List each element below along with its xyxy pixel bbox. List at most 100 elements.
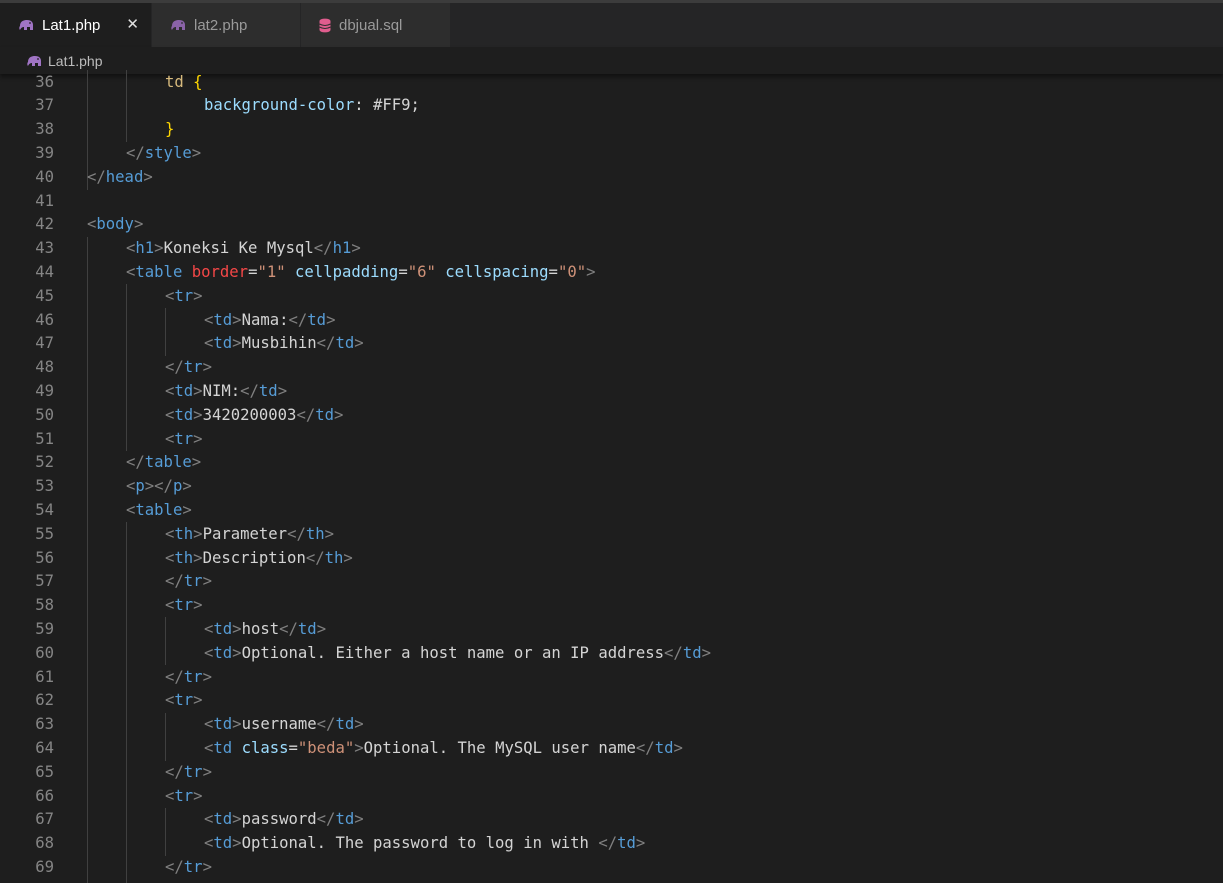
code-line[interactable]: 48 </tr>: [0, 356, 1223, 380]
code-token: Nama:: [241, 310, 289, 329]
code-token: td: [258, 381, 278, 400]
code-token: td: [307, 310, 327, 329]
code-token: "6": [407, 262, 436, 281]
code-token: >: [202, 667, 212, 686]
code-token: tr: [183, 667, 203, 686]
code-line[interactable]: 50 <td>3420200003</td>: [0, 404, 1223, 428]
code-token: head: [105, 167, 144, 186]
line-number: 53: [35, 477, 54, 496]
code-token: </: [664, 643, 683, 662]
tab-dbjual-sql[interactable]: dbjual.sql: [301, 3, 451, 47]
line-number: 62: [35, 691, 54, 710]
code-token: <: [204, 810, 214, 829]
code-line[interactable]: 69 </tr>: [0, 856, 1223, 880]
code-line[interactable]: 42 <body>: [0, 213, 1223, 237]
code-line[interactable]: 36 td {: [0, 71, 1223, 95]
code-text: <p></p>: [126, 475, 192, 499]
code-token: </: [165, 762, 184, 781]
code-text: <th>Description</th>: [165, 547, 353, 571]
code-token: td: [297, 619, 317, 638]
line-number: 57: [35, 572, 54, 591]
code-token: h1: [135, 239, 155, 258]
code-line[interactable]: 61 </tr>: [0, 666, 1223, 690]
code-line[interactable]: 66 <tr>: [0, 785, 1223, 809]
code-line[interactable]: 60 <td>Optional. Either a host name or an…: [0, 642, 1223, 666]
line-number: 37: [35, 96, 54, 115]
code-line[interactable]: 46 <td>Nama:</td>: [0, 309, 1223, 333]
line-number: 42: [35, 215, 54, 234]
line-number: 56: [35, 548, 54, 567]
code-token: tr: [174, 429, 194, 448]
code-token: td: [315, 405, 335, 424]
code-text: <td>password</td>: [204, 808, 364, 832]
code-token: class: [241, 738, 289, 757]
code-token: border: [191, 262, 249, 281]
code-token: td: [174, 381, 194, 400]
code-token: tr: [174, 691, 194, 710]
code-token: td: [335, 810, 355, 829]
close-icon[interactable]: ✕: [126, 15, 139, 33]
code-line[interactable]: 62 <tr>: [0, 689, 1223, 713]
code-line[interactable]: 65 </tr>: [0, 761, 1223, 785]
code-line[interactable]: 47 <td>Musbihin</td>: [0, 332, 1223, 356]
code-token: {: [193, 72, 203, 91]
code-text: <td>Musbihin</td>: [204, 332, 364, 356]
breadcrumb-file[interactable]: Lat1.php: [48, 53, 103, 69]
code-token: >: [232, 715, 242, 734]
code-token: }: [165, 120, 175, 139]
code-token: td: [213, 643, 233, 662]
code-text: <table border="1" cellpadding="6" cellsp…: [126, 261, 596, 285]
line-number: 36: [35, 72, 54, 91]
code-token: >: [191, 453, 202, 472]
code-line[interactable]: 37 background-color: #FF9;: [0, 94, 1223, 118]
code-editor[interactable]: 36 td {37 background-color: #FF9; 38} 39 </st…: [0, 70, 1223, 883]
code-line[interactable]: 58 <tr>: [0, 594, 1223, 618]
code-line[interactable]: 59 <td>host</td>: [0, 618, 1223, 642]
code-text: <body>: [87, 213, 143, 237]
code-token: password: [241, 810, 317, 829]
code-token: <: [126, 477, 136, 496]
code-line[interactable]: 52 </table>: [0, 451, 1223, 475]
code-line[interactable]: 56 <th>Description</th>: [0, 547, 1223, 571]
code-line[interactable]: 43 <h1>Koneksi Ke Mysql</h1>: [0, 237, 1223, 261]
code-line[interactable]: 44 <table border="1" cellpadding="6" cell…: [0, 261, 1223, 285]
code-token: <: [204, 310, 214, 329]
code-token: th: [174, 548, 194, 567]
code-token: <: [165, 286, 175, 305]
code-line[interactable]: 40 </head>: [0, 166, 1223, 190]
code-line[interactable]: 53 <p></p>: [0, 475, 1223, 499]
code-line[interactable]: 38}: [0, 118, 1223, 142]
code-text: <td>3420200003</td>: [165, 404, 343, 428]
code-token: >: [635, 834, 646, 853]
code-token: background-color: [204, 96, 355, 115]
code-token: </: [288, 310, 308, 329]
code-line[interactable]: 68 <td>Optional. The password to log in w…: [0, 832, 1223, 856]
code-token: p: [135, 477, 145, 496]
code-token: td: [165, 72, 194, 91]
code-token: >: [354, 738, 364, 757]
code-line[interactable]: 49 <td>NIM:</td>: [0, 380, 1223, 404]
code-line[interactable]: 57 </tr>: [0, 570, 1223, 594]
code-line[interactable]: 64 <td class="beda">Optional. The MySQL u…: [0, 737, 1223, 761]
code-text: <td>username</td>: [204, 713, 364, 737]
code-line[interactable]: 39 </style>: [0, 142, 1223, 166]
code-token: >: [154, 239, 164, 258]
code-line[interactable]: 67 <td>password</td>: [0, 808, 1223, 832]
code-token: <: [126, 500, 136, 519]
tab-lat2-php[interactable]: lat2.php: [152, 3, 301, 47]
code-token: =: [548, 262, 558, 281]
tab-lat1-php[interactable]: Lat1.php ✕: [0, 3, 152, 47]
code-line[interactable]: 63 <td>username</td>: [0, 713, 1223, 737]
code-token: Optional. Either a host name or an IP ad…: [241, 643, 665, 662]
code-line[interactable]: 45 <tr>: [0, 285, 1223, 309]
line-number: 41: [35, 191, 54, 210]
code-line[interactable]: 55 <th>Parameter</th>: [0, 523, 1223, 547]
line-number: 60: [35, 643, 54, 662]
code-token: >: [232, 310, 242, 329]
code-token: tr: [174, 786, 194, 805]
code-line[interactable]: 54 <table>: [0, 499, 1223, 523]
code-token: Optional. The MySQL user name: [363, 738, 636, 757]
code-line[interactable]: 41: [0, 190, 1223, 214]
code-line[interactable]: 51 <tr>: [0, 428, 1223, 452]
